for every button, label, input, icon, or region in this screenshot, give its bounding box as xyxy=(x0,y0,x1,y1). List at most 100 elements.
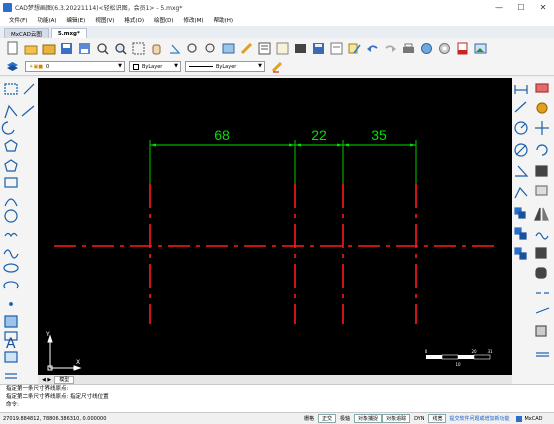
arc-icon[interactable] xyxy=(1,121,15,135)
ortho-toggle[interactable]: 正交 xyxy=(318,414,337,423)
linetype-select[interactable]: ByLayer ▼ xyxy=(185,61,265,72)
tab-model[interactable]: 模型 xyxy=(54,375,75,384)
color-select[interactable]: ByLayer ▼ xyxy=(129,61,181,72)
construction-line-icon[interactable] xyxy=(21,105,35,117)
print-preview-icon[interactable] xyxy=(328,40,345,57)
dim-diameter-icon[interactable] xyxy=(514,143,528,157)
multiline-text-icon[interactable] xyxy=(5,373,17,379)
minimize-button[interactable]: — xyxy=(488,0,510,14)
menu-format[interactable]: 格式(O) xyxy=(119,16,149,24)
tab-current-drawing[interactable]: 5.mxg* xyxy=(50,28,87,38)
revision-cloud-icon[interactable] xyxy=(4,232,18,238)
explode-icon[interactable] xyxy=(535,325,547,337)
ellipse-icon[interactable] xyxy=(3,263,19,273)
circle-icon[interactable] xyxy=(4,209,18,223)
menu-edit[interactable]: 编辑(E) xyxy=(62,16,91,24)
rotate-icon[interactable] xyxy=(536,144,548,156)
zoom-all-icon[interactable] xyxy=(130,40,147,57)
otrack-toggle[interactable]: 对象追踪 xyxy=(382,414,411,423)
dim-baseline-icon[interactable] xyxy=(514,186,528,199)
zoom-realtime-icon[interactable] xyxy=(202,40,219,57)
menu-view[interactable]: 视图(V) xyxy=(90,16,119,24)
rectangle-select-icon[interactable] xyxy=(4,83,18,95)
polyline-icon[interactable] xyxy=(4,104,18,119)
menu-file[interactable]: 文件(F) xyxy=(4,16,32,24)
undo-icon[interactable] xyxy=(364,40,381,57)
maximize-button[interactable]: ☐ xyxy=(510,0,532,14)
open-folder-icon[interactable] xyxy=(40,40,57,57)
spline-icon[interactable] xyxy=(3,249,19,259)
dim-radius-icon[interactable] xyxy=(514,121,528,135)
menu-modify[interactable]: 修改(M) xyxy=(179,16,209,24)
dim-aligned-icon[interactable] xyxy=(514,101,527,113)
dimension-text-22[interactable]: 22 xyxy=(311,127,327,143)
lineweight-toggle[interactable]: 线宽 xyxy=(428,414,447,423)
scale-icon[interactable] xyxy=(535,165,548,177)
eraser-icon[interactable] xyxy=(535,83,549,93)
properties-icon[interactable] xyxy=(256,40,273,57)
ellipse-arc-icon[interactable] xyxy=(3,281,19,289)
settings-icon[interactable] xyxy=(436,40,453,57)
menu-help[interactable]: 帮助(H) xyxy=(209,16,238,24)
fillet-icon[interactable] xyxy=(535,267,547,279)
zoom-window-icon[interactable] xyxy=(94,40,111,57)
layer-manager-icon[interactable] xyxy=(274,40,291,57)
offset-icon[interactable] xyxy=(535,232,549,240)
pentagon-icon[interactable] xyxy=(4,139,18,152)
hatch-icon[interactable] xyxy=(4,315,18,328)
drawing-canvas[interactable]: 68 22 35 Y X 0 10 20 31 xyxy=(38,78,512,375)
zoom-extents-icon[interactable] xyxy=(112,40,129,57)
image-window-icon[interactable] xyxy=(220,40,237,57)
extend-icon[interactable] xyxy=(514,227,527,240)
dimension-text-35[interactable]: 35 xyxy=(371,127,387,143)
dim-linear-icon[interactable] xyxy=(514,85,528,94)
menu-function[interactable]: 功能(A) xyxy=(32,16,61,24)
lengthen-icon[interactable] xyxy=(536,352,549,357)
image-export-icon[interactable] xyxy=(472,40,489,57)
new-file-icon[interactable] xyxy=(4,40,21,57)
layout-scroll-icon[interactable]: ◀ ▶ xyxy=(42,377,51,383)
osnap-toggle[interactable]: 对象捕捉 xyxy=(354,414,383,423)
drawing-svg[interactable]: 68 22 35 Y X 0 10 20 31 xyxy=(38,78,512,375)
chamfer-icon[interactable] xyxy=(535,247,547,259)
print-icon[interactable] xyxy=(400,40,417,57)
mirror-icon[interactable] xyxy=(534,207,549,221)
dyn-toggle[interactable]: DYN xyxy=(410,414,428,423)
save-disk-icon[interactable] xyxy=(310,40,327,57)
stretch-icon[interactable] xyxy=(535,185,548,196)
polygon-icon[interactable] xyxy=(4,159,18,172)
layers-icon[interactable] xyxy=(4,58,21,75)
copy-icon[interactable] xyxy=(536,102,548,114)
point-icon[interactable] xyxy=(9,302,13,306)
line-icon[interactable] xyxy=(23,83,35,95)
edit-text-icon[interactable] xyxy=(346,40,363,57)
dimension-text-68[interactable]: 68 xyxy=(214,127,230,143)
trim-icon[interactable] xyxy=(514,207,526,219)
command-input[interactable]: 命令: xyxy=(0,401,554,409)
save-icon[interactable] xyxy=(58,40,75,57)
pdf-icon[interactable] xyxy=(454,40,471,57)
image-insert-icon[interactable] xyxy=(4,351,18,363)
magnifier-icon[interactable] xyxy=(184,40,201,57)
feedback-link[interactable]: 提交软件问题或增加新功能 xyxy=(446,415,512,422)
grid-toggle[interactable]: 栅格 xyxy=(300,414,318,423)
open-file-icon[interactable] xyxy=(22,40,39,57)
tab-mxcad-cloud[interactable]: MxCAD云图 xyxy=(4,28,49,38)
arc-3p-icon[interactable] xyxy=(4,198,18,207)
match-properties-icon[interactable] xyxy=(269,58,286,75)
redo-icon[interactable] xyxy=(382,40,399,57)
move-icon[interactable] xyxy=(535,121,549,135)
close-button[interactable]: ✕ xyxy=(532,0,554,14)
menu-draw[interactable]: 绘图(D) xyxy=(149,16,179,24)
block-icon[interactable] xyxy=(292,40,309,57)
join-icon[interactable] xyxy=(535,307,550,314)
measure-angle-icon[interactable] xyxy=(166,40,183,57)
layer-select[interactable]: ☀▣■ 0 ▼ xyxy=(25,61,125,72)
globe-icon[interactable] xyxy=(418,40,435,57)
pencil-icon[interactable] xyxy=(238,40,255,57)
pan-hand-icon[interactable] xyxy=(148,40,165,57)
text-tool-icon[interactable]: A xyxy=(6,336,16,352)
dim-angular-icon[interactable] xyxy=(515,165,529,177)
polar-toggle[interactable]: 极轴 xyxy=(336,414,354,423)
rectangle-icon[interactable] xyxy=(4,177,18,188)
